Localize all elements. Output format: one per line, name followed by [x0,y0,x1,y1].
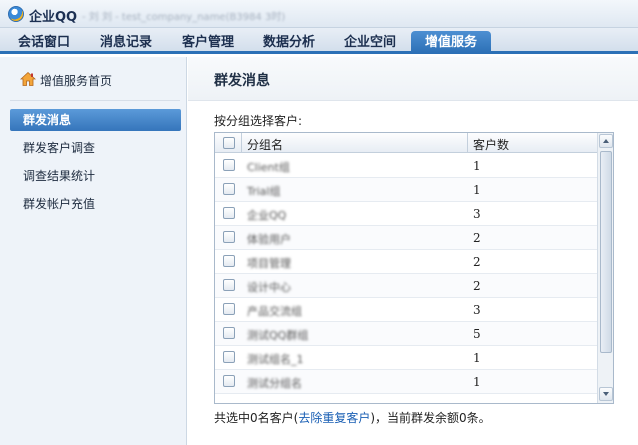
column-divider [467,133,468,153]
customer-count-cell: 5 [473,327,481,341]
group-name-cell: 测试分组名 [247,377,302,390]
group-name-cell: Trial组 [247,185,281,198]
sidebar-item-survey-results[interactable]: 调查结果统计 [10,165,181,187]
group-name-cell: 企业QQ [247,209,287,222]
row-checkbox[interactable] [223,183,235,195]
table-row[interactable]: 测试组名_1 1 [215,346,597,370]
row-checkbox[interactable] [223,231,235,243]
app-title: 企业QQ [29,10,78,25]
group-name-cell: 体验用户 [247,233,291,246]
group-table: 分组名 客户数 Client组 1 Trial组 1 企业QQ 3 体验用户 2… [214,132,614,404]
qq-logo-icon [8,6,24,22]
row-checkbox[interactable] [223,207,235,219]
customer-count-cell: 3 [473,303,481,317]
table-row[interactable]: Client组 1 [215,154,597,178]
table-row[interactable]: 设计中心 2 [215,274,597,298]
tab-data-analysis[interactable]: 数据分析 [249,31,329,54]
sidebar: 增值服务首页 群发消息 群发客户调查 调查结果统计 群发帐户充值 [0,57,187,445]
summary-suffix: )，当前群发余额0条。 [370,411,491,425]
table-row[interactable]: 产品交流组 3 [215,298,597,322]
customer-count-cell: 2 [473,255,481,269]
window-subtitle: - 刘 刘 - test_company_name(B3984 3时) [82,12,286,23]
group-name-cell: Client组 [247,161,290,174]
group-name-cell: 测试组名_1 [247,353,304,366]
sidebar-home-label: 增值服务首页 [40,74,113,88]
group-name-cell: 项目管理 [247,257,291,270]
column-header-group-name[interactable]: 分组名 [247,136,283,153]
customer-count-cell: 2 [473,279,481,293]
tab-enterprise-space[interactable]: 企业空间 [330,31,410,54]
remove-duplicates-link[interactable]: 去除重复客户 [298,411,370,425]
customer-count-cell: 1 [473,159,481,173]
window-titlebar: 企业QQ - 刘 刘 - test_company_name(B3984 3时) [0,0,638,28]
row-checkbox[interactable] [223,255,235,267]
row-checkbox[interactable] [223,375,235,387]
chevron-up-icon [603,139,609,143]
scroll-up-button[interactable] [599,134,613,148]
group-name-cell: 产品交流组 [247,305,302,318]
customer-count-cell: 3 [473,207,481,221]
row-checkbox[interactable] [223,351,235,363]
table-row[interactable]: 体验用户 2 [215,226,597,250]
sidebar-item-customer-survey[interactable]: 群发客户调查 [10,137,181,159]
tab-customer-management[interactable]: 客户管理 [168,31,248,54]
row-checkbox[interactable] [223,279,235,291]
table-row[interactable]: 项目管理 2 [215,250,597,274]
home-icon [20,71,36,86]
main-header: 群发消息 [188,57,638,101]
tab-value-added-services[interactable]: 增值服务 [411,31,491,54]
customer-count-cell: 1 [473,351,481,365]
scroll-down-button[interactable] [599,387,613,401]
sidebar-item-account-recharge[interactable]: 群发帐户充值 [10,193,181,215]
main-panel: 群发消息 按分组选择客户: 分组名 客户数 Client组 1 Trial组 1 [188,57,638,445]
customer-count-cell: 1 [473,375,481,389]
table-row[interactable]: 企业QQ 3 [215,202,597,226]
row-checkbox[interactable] [223,159,235,171]
table-scrollbar[interactable] [597,133,613,403]
group-name-cell: 设计中心 [247,281,291,294]
page-title: 群发消息 [214,73,270,89]
customer-count-cell: 2 [473,231,481,245]
selection-summary: 共选中0名客户(去除重复客户)，当前群发余额0条。 [214,409,491,426]
column-divider [241,133,242,153]
table-header: 分组名 客户数 [215,133,597,153]
table-row[interactable]: 测试QQ群组 5 [215,322,597,346]
sidebar-divider [10,100,180,101]
row-checkbox[interactable] [223,327,235,339]
group-name-cell: 测试QQ群组 [247,329,309,342]
select-all-checkbox[interactable] [223,137,235,149]
tab-conversation[interactable]: 会话窗口 [6,31,82,54]
customer-count-cell: 1 [473,183,481,197]
table-row[interactable]: Trial组 1 [215,178,597,202]
chevron-down-icon [603,392,609,396]
table-row[interactable]: 测试分组名 1 [215,370,597,394]
summary-prefix: 共选中0名客户( [214,411,299,425]
main-tab-bar: 会话窗口 消息记录 客户管理 数据分析 企业空间 增值服务 [0,28,638,54]
row-checkbox[interactable] [223,303,235,315]
group-select-label: 按分组选择客户: [214,114,303,128]
scroll-thumb[interactable] [600,151,612,353]
column-header-customer-count[interactable]: 客户数 [473,136,509,153]
sidebar-item-mass-message[interactable]: 群发消息 [10,109,181,131]
tab-message-history[interactable]: 消息记录 [86,31,166,54]
